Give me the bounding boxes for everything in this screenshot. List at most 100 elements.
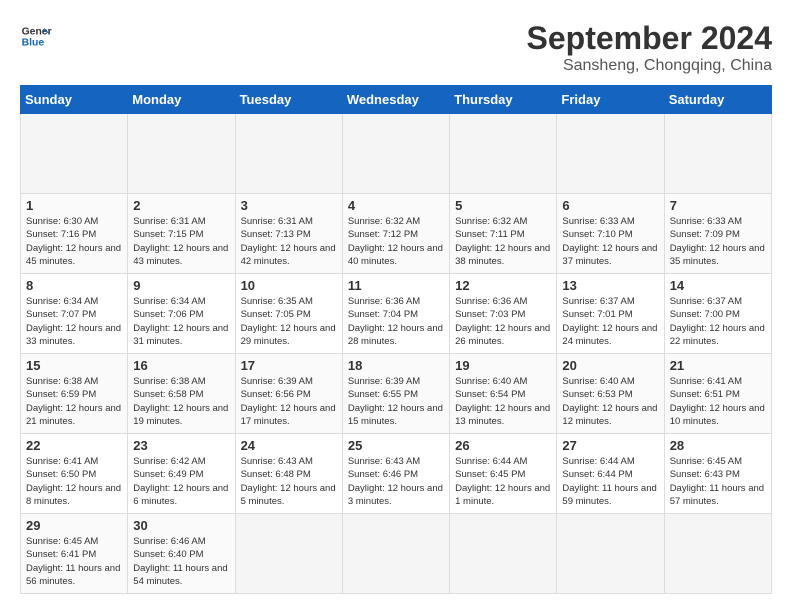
day-cell — [342, 114, 449, 194]
day-cell: 13 Sunrise: 6:37 AMSunset: 7:01 PMDayligh… — [557, 274, 664, 354]
title-area: September 2024 Sansheng, Chongqing, Chin… — [527, 20, 772, 75]
day-number: 17 — [241, 358, 337, 373]
day-cell: 15 Sunrise: 6:38 AMSunset: 6:59 PMDayligh… — [21, 354, 128, 434]
week-row-2: 8 Sunrise: 6:34 AMSunset: 7:07 PMDaylight… — [21, 274, 772, 354]
day-cell — [450, 514, 557, 594]
day-info: Sunrise: 6:35 AMSunset: 7:05 PMDaylight:… — [241, 295, 337, 348]
day-cell: 5 Sunrise: 6:32 AMSunset: 7:11 PMDaylight… — [450, 194, 557, 274]
day-info: Sunrise: 6:36 AMSunset: 7:03 PMDaylight:… — [455, 295, 551, 348]
day-cell: 28 Sunrise: 6:45 AMSunset: 6:43 PMDayligh… — [664, 434, 771, 514]
header: General Blue September 2024 Sansheng, Ch… — [20, 20, 772, 75]
day-info: Sunrise: 6:41 AMSunset: 6:50 PMDaylight:… — [26, 455, 122, 508]
day-cell: 4 Sunrise: 6:32 AMSunset: 7:12 PMDaylight… — [342, 194, 449, 274]
weekday-header-wednesday: Wednesday — [342, 86, 449, 114]
day-number: 29 — [26, 518, 122, 533]
day-cell: 19Sunrise: 6:40 AMSunset: 6:54 PMDayligh… — [450, 354, 557, 434]
day-info: Sunrise: 6:31 AMSunset: 7:13 PMDaylight:… — [241, 215, 337, 268]
day-cell: 29 Sunrise: 6:45 AMSunset: 6:41 PMDayligh… — [21, 514, 128, 594]
day-info: Sunrise: 6:40 AMSunset: 6:53 PMDaylight:… — [562, 375, 658, 428]
day-info: Sunrise: 6:33 AMSunset: 7:10 PMDaylight:… — [562, 215, 658, 268]
day-info: Sunrise: 6:39 AMSunset: 6:55 PMDaylight:… — [348, 375, 444, 428]
day-info: Sunrise: 6:43 AMSunset: 6:46 PMDaylight:… — [348, 455, 444, 508]
day-number: 16 — [133, 358, 229, 373]
day-number: 30 — [133, 518, 229, 533]
day-info: Sunrise: 6:33 AMSunset: 7:09 PMDaylight:… — [670, 215, 766, 268]
day-cell: 8 Sunrise: 6:34 AMSunset: 7:07 PMDaylight… — [21, 274, 128, 354]
day-cell — [128, 114, 235, 194]
day-cell: 20 Sunrise: 6:40 AMSunset: 6:53 PMDayligh… — [557, 354, 664, 434]
week-row-0 — [21, 114, 772, 194]
day-number: 5 — [455, 198, 551, 213]
day-number: 27 — [562, 438, 658, 453]
day-cell — [235, 514, 342, 594]
weekday-header-friday: Friday — [557, 86, 664, 114]
day-info: Sunrise: 6:45 AMSunset: 6:41 PMDaylight:… — [26, 535, 122, 588]
day-info: Sunrise: 6:38 AMSunset: 6:59 PMDaylight:… — [26, 375, 122, 428]
day-number: 22 — [26, 438, 122, 453]
day-number: 6 — [562, 198, 658, 213]
day-info: Sunrise: 6:34 AMSunset: 7:07 PMDaylight:… — [26, 295, 122, 348]
day-info: Sunrise: 6:32 AMSunset: 7:11 PMDaylight:… — [455, 215, 551, 268]
day-number: 8 — [26, 278, 122, 293]
day-cell: 30 Sunrise: 6:46 AMSunset: 6:40 PMDayligh… — [128, 514, 235, 594]
day-cell: 26 Sunrise: 6:44 AMSunset: 6:45 PMDayligh… — [450, 434, 557, 514]
day-number: 1 — [26, 198, 122, 213]
day-number: 26 — [455, 438, 551, 453]
day-info: Sunrise: 6:38 AMSunset: 6:58 PMDaylight:… — [133, 375, 229, 428]
day-number: 12 — [455, 278, 551, 293]
day-info: Sunrise: 6:43 AMSunset: 6:48 PMDaylight:… — [241, 455, 337, 508]
day-cell — [557, 114, 664, 194]
day-cell: 9Sunrise: 6:34 AMSunset: 7:06 PMDaylight… — [128, 274, 235, 354]
day-cell: 11 Sunrise: 6:36 AMSunset: 7:04 PMDayligh… — [342, 274, 449, 354]
day-cell: 7Sunrise: 6:33 AMSunset: 7:09 PMDaylight… — [664, 194, 771, 274]
week-row-4: 22 Sunrise: 6:41 AMSunset: 6:50 PMDayligh… — [21, 434, 772, 514]
day-cell: 23Sunrise: 6:42 AMSunset: 6:49 PMDayligh… — [128, 434, 235, 514]
day-number: 14 — [670, 278, 766, 293]
weekday-header-row: SundayMondayTuesdayWednesdayThursdayFrid… — [21, 86, 772, 114]
day-cell: 22 Sunrise: 6:41 AMSunset: 6:50 PMDayligh… — [21, 434, 128, 514]
day-info: Sunrise: 6:46 AMSunset: 6:40 PMDaylight:… — [133, 535, 229, 588]
day-number: 28 — [670, 438, 766, 453]
day-info: Sunrise: 6:44 AMSunset: 6:45 PMDaylight:… — [455, 455, 551, 508]
week-row-1: 1 Sunrise: 6:30 AMSunset: 7:16 PMDaylight… — [21, 194, 772, 274]
day-info: Sunrise: 6:45 AMSunset: 6:43 PMDaylight:… — [670, 455, 766, 508]
day-info: Sunrise: 6:32 AMSunset: 7:12 PMDaylight:… — [348, 215, 444, 268]
day-number: 24 — [241, 438, 337, 453]
day-number: 21 — [670, 358, 766, 373]
day-info: Sunrise: 6:31 AMSunset: 7:15 PMDaylight:… — [133, 215, 229, 268]
logo: General Blue — [20, 20, 52, 52]
weekday-header-sunday: Sunday — [21, 86, 128, 114]
day-number: 13 — [562, 278, 658, 293]
day-number: 3 — [241, 198, 337, 213]
day-info: Sunrise: 6:30 AMSunset: 7:16 PMDaylight:… — [26, 215, 122, 268]
day-info: Sunrise: 6:37 AMSunset: 7:00 PMDaylight:… — [670, 295, 766, 348]
day-cell: 27Sunrise: 6:44 AMSunset: 6:44 PMDayligh… — [557, 434, 664, 514]
day-number: 25 — [348, 438, 444, 453]
day-cell — [235, 114, 342, 194]
day-cell — [557, 514, 664, 594]
weekday-header-saturday: Saturday — [664, 86, 771, 114]
calendar: SundayMondayTuesdayWednesdayThursdayFrid… — [20, 85, 772, 594]
day-info: Sunrise: 6:36 AMSunset: 7:04 PMDaylight:… — [348, 295, 444, 348]
day-info: Sunrise: 6:37 AMSunset: 7:01 PMDaylight:… — [562, 295, 658, 348]
day-number: 20 — [562, 358, 658, 373]
day-cell: 17Sunrise: 6:39 AMSunset: 6:56 PMDayligh… — [235, 354, 342, 434]
day-number: 15 — [26, 358, 122, 373]
day-number: 23 — [133, 438, 229, 453]
day-cell — [21, 114, 128, 194]
day-cell: 6 Sunrise: 6:33 AMSunset: 7:10 PMDaylight… — [557, 194, 664, 274]
day-cell — [664, 114, 771, 194]
day-cell: 1 Sunrise: 6:30 AMSunset: 7:16 PMDaylight… — [21, 194, 128, 274]
subtitle: Sansheng, Chongqing, China — [527, 57, 772, 75]
day-cell: 10Sunrise: 6:35 AMSunset: 7:05 PMDayligh… — [235, 274, 342, 354]
main-title: September 2024 — [527, 20, 772, 57]
day-cell: 24 Sunrise: 6:43 AMSunset: 6:48 PMDayligh… — [235, 434, 342, 514]
day-cell — [342, 514, 449, 594]
day-number: 4 — [348, 198, 444, 213]
day-number: 11 — [348, 278, 444, 293]
day-info: Sunrise: 6:41 AMSunset: 6:51 PMDaylight:… — [670, 375, 766, 428]
week-row-5: 29 Sunrise: 6:45 AMSunset: 6:41 PMDayligh… — [21, 514, 772, 594]
day-cell: 16 Sunrise: 6:38 AMSunset: 6:58 PMDayligh… — [128, 354, 235, 434]
day-info: Sunrise: 6:34 AMSunset: 7:06 PMDaylight:… — [133, 295, 229, 348]
day-cell: 25 Sunrise: 6:43 AMSunset: 6:46 PMDayligh… — [342, 434, 449, 514]
